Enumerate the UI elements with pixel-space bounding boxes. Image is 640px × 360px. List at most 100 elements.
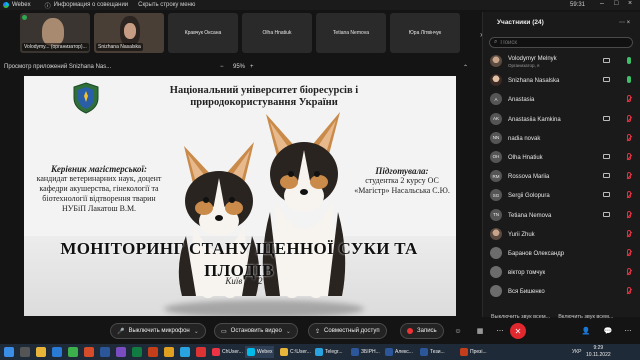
microphone-muted-icon[interactable] bbox=[627, 133, 631, 141]
taskbar-app[interactable]: Презі... bbox=[458, 346, 489, 358]
chevron-down-icon[interactable]: ⌄ bbox=[194, 328, 199, 335]
close-icon[interactable]: × bbox=[628, 0, 632, 7]
participant-video bbox=[42, 18, 64, 46]
excel-icon[interactable] bbox=[132, 347, 142, 357]
unmute-all-button[interactable]: Включить звук всем... bbox=[558, 314, 613, 320]
taskbar-app[interactable]: Тези... bbox=[418, 346, 447, 358]
edge-icon[interactable] bbox=[52, 347, 62, 357]
search-icon[interactable] bbox=[20, 347, 30, 357]
webex-logo-icon bbox=[3, 2, 9, 8]
more-options-icon[interactable]: ⋯ bbox=[494, 325, 506, 337]
participant-row[interactable]: Yurii Zhuk bbox=[483, 225, 640, 244]
video-label: Остановить видео bbox=[230, 328, 282, 334]
file-explorer-icon[interactable] bbox=[36, 347, 46, 357]
camera-icon bbox=[603, 77, 610, 83]
microphone-icon[interactable] bbox=[627, 57, 631, 64]
participant-row[interactable]: TN Tetiana Nemova bbox=[483, 206, 640, 225]
participant-row[interactable]: Volodymyr Melnyk Организатор, я bbox=[483, 52, 640, 71]
participant-list: Volodymyr Melnyk Организатор, я Snizhana N… bbox=[483, 52, 640, 301]
avatar: OH bbox=[490, 150, 502, 163]
participant-row[interactable]: SG Sergii Golopura bbox=[483, 186, 640, 205]
microphone-muted-icon[interactable] bbox=[627, 152, 631, 160]
app-icon[interactable] bbox=[196, 347, 206, 357]
participant-row[interactable]: NN nadia novak bbox=[483, 129, 640, 148]
meeting-controls: 🎤 Выключить микрофон ⌄ ▭ Остановить виде… bbox=[0, 321, 640, 343]
chevron-up-icon[interactable]: ⌃ bbox=[463, 64, 468, 71]
participants-icon[interactable]: 👤 bbox=[580, 325, 592, 337]
taskbar-app[interactable]: C:\User... bbox=[278, 346, 313, 358]
taskbar-app[interactable]: Telegr... bbox=[313, 346, 345, 358]
participant-row[interactable]: Вся Бишенко bbox=[483, 282, 640, 301]
taskbar-app[interactable]: Алекс... bbox=[383, 346, 415, 358]
zoom-out-button[interactable]: − bbox=[220, 64, 224, 70]
app-icon[interactable] bbox=[164, 347, 174, 357]
participant-row[interactable]: A Anastasia bbox=[483, 90, 640, 109]
app-icon[interactable] bbox=[180, 347, 190, 357]
emoji-icon[interactable]: ☺ bbox=[452, 325, 464, 337]
zoom-in-button[interactable]: + bbox=[250, 64, 254, 70]
microphone-muted-icon[interactable] bbox=[627, 248, 631, 256]
video-thumbnail[interactable]: Юра Літвінчук bbox=[390, 13, 460, 53]
taskbar-app-label: ЗБІРН... bbox=[361, 349, 380, 355]
microphone-muted-icon[interactable] bbox=[627, 229, 631, 237]
close-panel-icon[interactable]: ⋯ × bbox=[619, 19, 630, 26]
more-panel-icon[interactable]: ⋯ bbox=[622, 325, 634, 337]
microphone-muted-icon[interactable] bbox=[627, 210, 631, 218]
chat-icon[interactable]: 💬 bbox=[602, 325, 614, 337]
maximize-icon[interactable]: □ bbox=[614, 0, 618, 7]
video-thumbnail[interactable]: Tetiana Nemova bbox=[316, 13, 386, 53]
video-thumbnail[interactable]: Кравчук Оксана bbox=[168, 13, 238, 53]
participant-row[interactable]: AK Anastasiia Kamkina bbox=[483, 110, 640, 129]
participant-row[interactable]: RM Rossova Mariia bbox=[483, 167, 640, 186]
word-icon[interactable] bbox=[100, 347, 110, 357]
app-icon[interactable] bbox=[68, 347, 78, 357]
record-label: Запись bbox=[417, 328, 437, 334]
zoom-level[interactable]: 95% bbox=[233, 64, 245, 70]
participant-row[interactable]: Баранов Олександр bbox=[483, 244, 640, 263]
search-input[interactable] bbox=[500, 39, 621, 46]
grid-icon[interactable]: ▦ bbox=[474, 325, 486, 337]
app-icon[interactable] bbox=[84, 347, 94, 357]
taskbar-app[interactable]: ЗБІРН... bbox=[349, 346, 382, 358]
microphone-muted-icon[interactable] bbox=[627, 172, 631, 180]
video-thumbnail[interactable]: Snizhana Nasalska bbox=[94, 13, 164, 53]
windows-start-icon[interactable] bbox=[4, 347, 14, 357]
stop-video-button[interactable]: ▭ Остановить видео ⌄ bbox=[214, 323, 298, 339]
microphone-muted-icon[interactable] bbox=[627, 95, 631, 103]
participant-row[interactable]: OH Olha Hnatiuk bbox=[483, 148, 640, 167]
app-icon[interactable] bbox=[116, 347, 126, 357]
microphone-muted-icon[interactable] bbox=[627, 268, 631, 276]
share-button[interactable]: ⇪ Совместный доступ bbox=[308, 323, 387, 339]
powerpoint-icon[interactable] bbox=[148, 347, 158, 357]
video-thumbnail[interactable]: Olha Hnatiuk bbox=[242, 13, 312, 53]
microphone-muted-icon[interactable] bbox=[627, 191, 631, 199]
mute-microphone-button[interactable]: 🎤 Выключить микрофон ⌄ bbox=[110, 323, 206, 339]
share-title: Просмотр приложений Snizhana Nas... bbox=[4, 64, 112, 70]
end-call-button[interactable]: ✕ bbox=[510, 323, 526, 339]
avatar: TN bbox=[490, 208, 502, 221]
chevron-down-icon[interactable]: ⌄ bbox=[286, 328, 291, 335]
meeting-timer: 59:31 bbox=[570, 2, 586, 8]
participant-name: Вся Бишенко bbox=[508, 289, 545, 296]
mute-all-button[interactable]: Выключить звук всем... bbox=[491, 314, 550, 320]
minimize-icon[interactable]: – bbox=[600, 0, 604, 7]
clock[interactable]: 9:29 10.11.2022 bbox=[586, 345, 611, 359]
taskbar-app[interactable]: Webex bbox=[245, 346, 275, 358]
meeting-info-button[interactable]: ⓘ Информация о совещании bbox=[45, 1, 129, 10]
participant-row[interactable]: Snizhana Nasalska bbox=[483, 71, 640, 90]
participant-row[interactable]: віктор томчук bbox=[483, 263, 640, 282]
record-button[interactable]: Запись bbox=[400, 323, 444, 339]
video-thumbnail[interactable]: Volodymy... (организатор)... bbox=[20, 13, 90, 53]
avatar: AK bbox=[490, 112, 502, 125]
participant-name: Snizhana Nasalska bbox=[508, 78, 560, 85]
microphone-icon[interactable] bbox=[627, 76, 631, 84]
shared-slide: Національний університет біоресурсів і п… bbox=[24, 76, 456, 316]
participant-search[interactable]: ⌕ bbox=[489, 37, 633, 48]
microphone-muted-icon[interactable] bbox=[627, 287, 631, 295]
taskbar-app[interactable]: ChUser... bbox=[210, 346, 245, 358]
taskbar-app-label: ChUser... bbox=[222, 349, 243, 355]
language-indicator[interactable]: УКР bbox=[572, 349, 581, 355]
title-bar: Webex ⓘ Информация о совещании Скрыть ст… bbox=[0, 0, 640, 10]
hide-menu-bar-button[interactable]: Скрыть строку меню bbox=[138, 2, 195, 8]
microphone-muted-icon[interactable] bbox=[627, 114, 631, 122]
